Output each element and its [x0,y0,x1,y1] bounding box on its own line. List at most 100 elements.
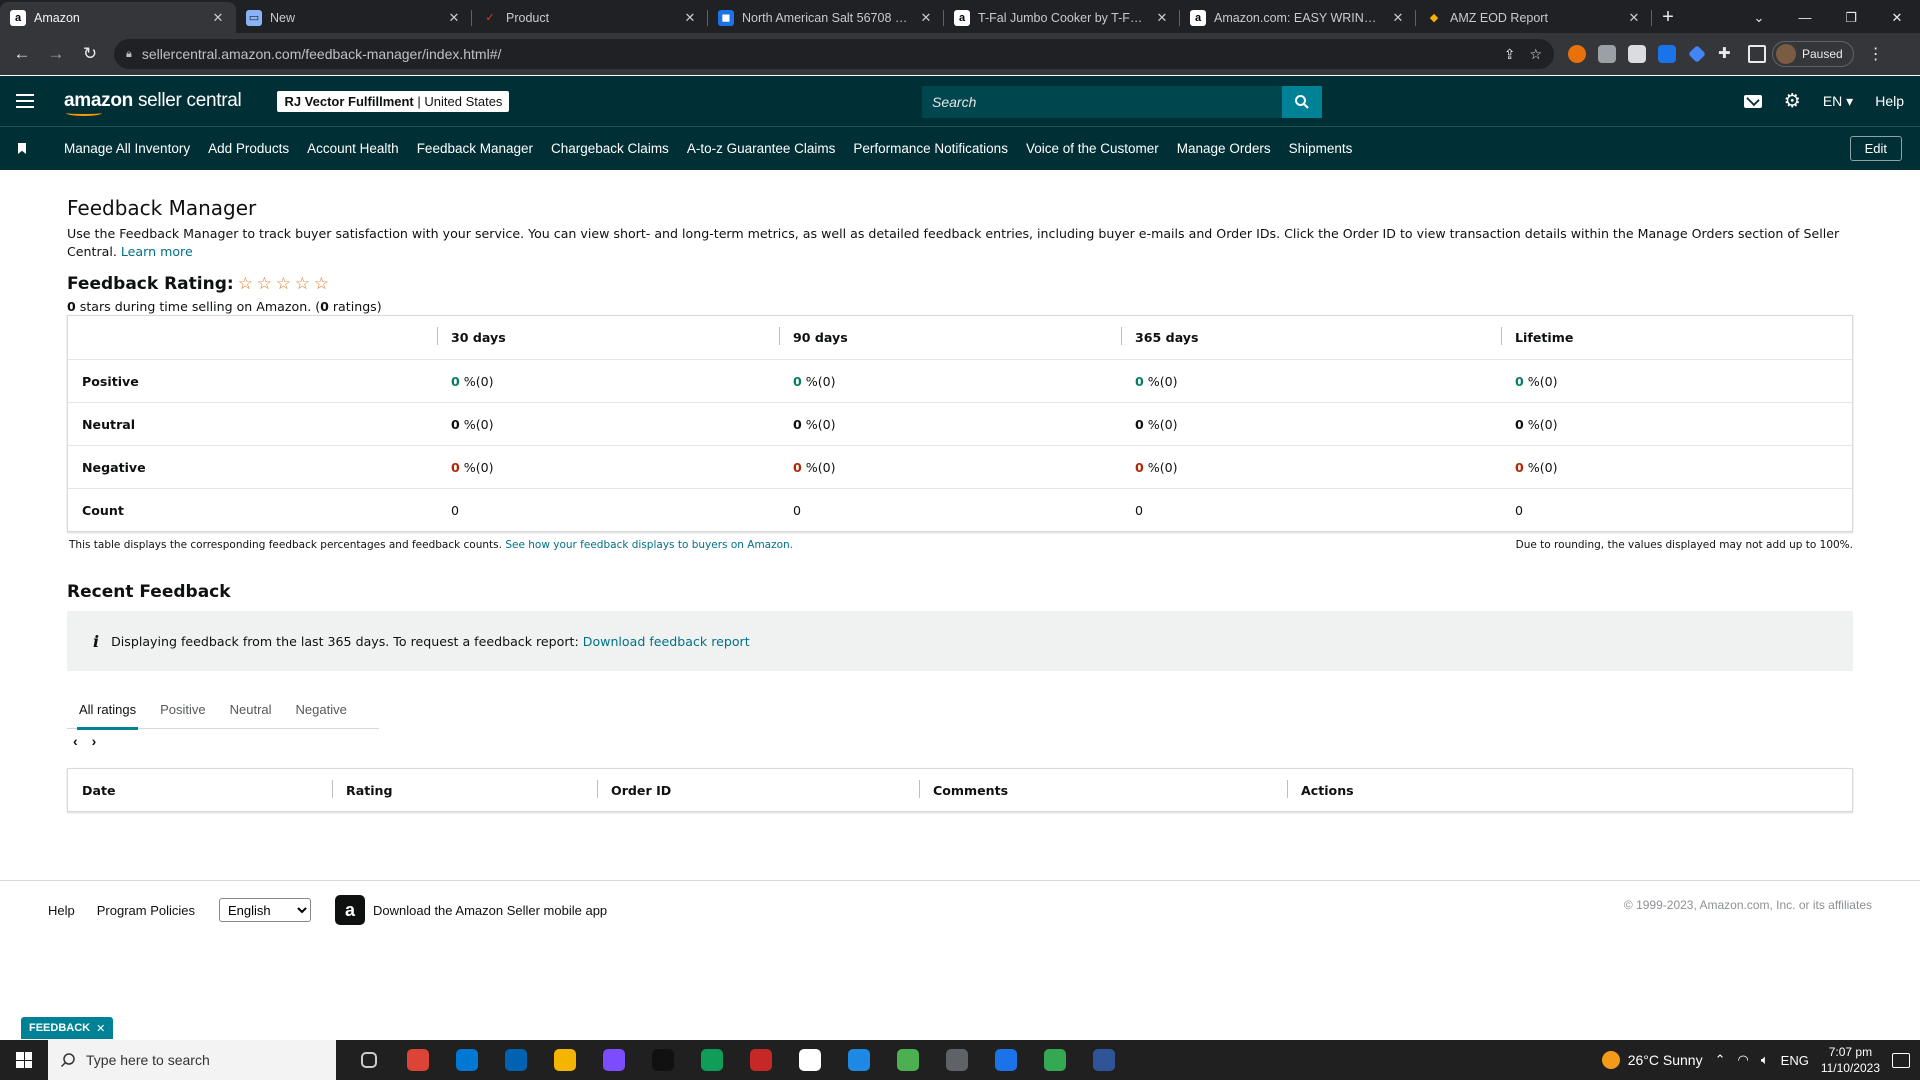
language-selector[interactable]: EN ▾ [1823,93,1853,110]
mobile-app-download[interactable]: a Download the Amazon Seller mobile app [335,895,607,925]
tab-all-ratings[interactable]: All ratings [67,689,148,730]
puzzle-icon[interactable]: ✚ [1718,45,1736,63]
close-window-icon[interactable]: ✕ [1874,10,1920,26]
tab-close-icon[interactable]: ✕ [1626,10,1642,26]
nav-item-chargeback-claims[interactable]: Chargeback Claims [551,141,669,156]
browser-tab[interactable]: ◼ North American Salt 56708 Sur ✕ [708,2,944,33]
browser-tab[interactable]: a Amazon ✕ [0,2,236,33]
edit-nav-button[interactable]: Edit [1849,136,1902,161]
nav-item-account-health[interactable]: Account Health [307,141,399,156]
weather-widget[interactable]: 26°C Sunny [1601,1051,1703,1069]
nav-item-a-to-z-guarantee-claims[interactable]: A-to-z Guarantee Claims [687,141,836,156]
tab-close-icon[interactable]: ✕ [682,10,698,26]
browser-tab[interactable]: ◆ AMZ EOD Report ✕ [1416,2,1652,33]
tab-close-icon[interactable]: ✕ [1390,10,1406,26]
network-icon[interactable]: ◠ [1738,1052,1749,1068]
nav-item-add-products[interactable]: Add Products [208,141,289,156]
forward-icon[interactable]: → [42,40,70,68]
taskbar-app-icon[interactable] [344,1040,393,1080]
extension-icon[interactable] [1688,45,1706,63]
bookmark-icon[interactable] [18,143,26,154]
tab-close-icon[interactable]: ✕ [446,10,462,26]
notifications-icon[interactable] [1892,1052,1910,1068]
seller-central-logo[interactable]: amazon seller central [64,90,242,116]
start-button[interactable] [0,1052,48,1068]
browser-menu-icon[interactable]: ⋮ [1868,44,1884,64]
minimize-icon[interactable]: — [1782,10,1828,25]
column-header-actions[interactable]: Actions [1287,779,1587,798]
column-header-comments[interactable]: Comments [919,779,1287,798]
chevron-right-icon[interactable]: › [92,733,97,749]
browser-tab[interactable]: ✓ Product ✕ [472,2,708,33]
nav-item-performance-notifications[interactable]: Performance Notifications [853,141,1008,156]
tab-neutral[interactable]: Neutral [218,689,284,729]
close-icon[interactable]: ✕ [96,1022,105,1035]
back-icon[interactable]: ← [8,40,36,68]
column-header-order-id[interactable]: Order ID [597,779,919,798]
nav-item-manage-all-inventory[interactable]: Manage All Inventory [64,141,190,156]
help-link[interactable]: Help [1875,93,1904,109]
taskbar-app-icon[interactable] [834,1040,883,1080]
nav-item-voice-of-the-customer[interactable]: Voice of the Customer [1026,141,1159,156]
extension-icon[interactable] [1568,45,1586,63]
messages-icon[interactable] [1743,94,1762,108]
sidepanel-icon[interactable] [1748,45,1766,63]
chevron-up-icon[interactable]: ⌃ [1715,1052,1726,1068]
chevron-left-icon[interactable]: ‹ [73,733,78,749]
buyer-display-link[interactable]: See how your feedback displays to buyers… [505,539,793,551]
tab-search-icon[interactable]: ⌄ [1736,10,1782,26]
tab-close-icon[interactable]: ✕ [918,10,934,26]
address-bar[interactable]: 🔒︎ sellercentral.amazon.com/feedback-man… [114,39,1554,69]
extension-icon[interactable] [1658,45,1676,63]
taskbar-app-icon[interactable] [883,1040,932,1080]
footer-help-link[interactable]: Help [48,903,75,918]
tab-negative[interactable]: Negative [284,689,359,729]
taskbar-app-icon[interactable] [638,1040,687,1080]
browser-tab[interactable]: ▭ New ✕ [236,2,472,33]
nav-item-shipments[interactable]: Shipments [1289,141,1353,156]
browser-tab[interactable]: a T-Fal Jumbo Cooker by T-Fal/W ✕ [944,2,1180,33]
column-header-rating[interactable]: Rating [332,779,597,798]
program-policies-link[interactable]: Program Policies [97,903,195,918]
taskbar-app-icon[interactable] [491,1040,540,1080]
speaker-icon[interactable]: 🔈︎ [1761,1052,1769,1068]
taskbar-app-icon[interactable] [932,1040,981,1080]
taskbar-app-icon[interactable] [393,1040,442,1080]
tab-positive[interactable]: Positive [148,689,218,729]
learn-more-link[interactable]: Learn more [121,244,193,259]
new-tab-button[interactable]: + [1652,2,1684,33]
nav-item-manage-orders[interactable]: Manage Orders [1177,141,1271,156]
gear-icon[interactable]: ⚙ [1784,92,1801,111]
taskbar-app-icon[interactable] [589,1040,638,1080]
browser-tab[interactable]: a Amazon.com: EASY WRING MO ✕ [1180,2,1416,33]
tray-lang[interactable]: ENG [1781,1053,1809,1068]
extension-icon[interactable] [1628,45,1646,63]
search-button[interactable] [1282,86,1322,118]
bookmark-star-icon[interactable]: ☆ [1529,46,1542,63]
language-select[interactable]: English [219,898,312,922]
store-switcher[interactable]: RJ Vector Fulfillment | United States [277,90,510,112]
taskbar-search[interactable]: Type here to search [48,1040,336,1080]
taskbar-app-icon[interactable] [1030,1040,1079,1080]
share-icon[interactable]: ⇪ [1504,46,1516,63]
taskbar-app-icon[interactable] [736,1040,785,1080]
extension-icon[interactable] [1598,45,1616,63]
reload-icon[interactable]: ↻ [76,40,104,68]
restore-icon[interactable]: ❐ [1828,10,1874,26]
taskbar-app-icon[interactable] [442,1040,491,1080]
profile-button[interactable]: Paused [1772,41,1854,67]
tab-close-icon[interactable]: ✕ [1154,10,1170,26]
search-input[interactable] [922,86,1282,118]
taskbar-app-icon[interactable] [540,1040,589,1080]
hamburger-menu-icon[interactable] [16,94,34,108]
taskbar-app-icon[interactable] [785,1040,834,1080]
nav-item-feedback-manager[interactable]: Feedback Manager [417,141,533,156]
clock[interactable]: 7:07 pm 11/10/2023 [1821,1044,1880,1076]
taskbar-app-icon[interactable] [981,1040,1030,1080]
taskbar-app-icon[interactable] [1079,1040,1128,1080]
tab-close-icon[interactable]: ✕ [210,10,226,26]
taskbar-app-icon[interactable] [687,1040,736,1080]
feedback-widget-button[interactable]: FEEDBACK ✕ [21,1017,114,1039]
column-header-date[interactable]: Date [68,783,332,798]
download-report-link[interactable]: Download feedback report [583,634,750,649]
